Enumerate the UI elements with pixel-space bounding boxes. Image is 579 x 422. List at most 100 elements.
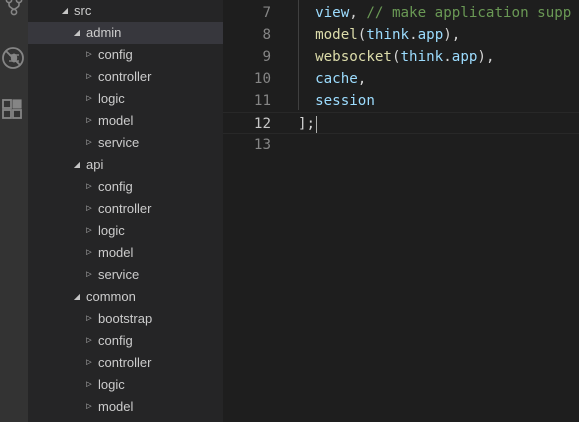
code-text: model(think.app), (298, 24, 460, 46)
tree-item-model[interactable]: ▷ model (28, 242, 223, 264)
chevron-right-icon[interactable]: ▷ (84, 330, 94, 352)
code-line[interactable]: 7 view, // make application supp (223, 2, 579, 24)
code-text: cache, (298, 68, 366, 90)
text-cursor (316, 115, 318, 133)
tree-item-controller[interactable]: ▷ controller (28, 66, 223, 88)
tree-item-label: service (98, 135, 140, 150)
code-text: session (298, 90, 375, 112)
code-line[interactable]: 8 model(think.app), (223, 24, 579, 46)
tree-item-config[interactable]: ▷ config (28, 44, 223, 66)
tree-item-label: controller (98, 201, 152, 216)
line-number: 7 (262, 5, 271, 21)
tree-item-label: model (98, 113, 134, 128)
code-line[interactable]: 9 websocket(think.app), (223, 46, 579, 68)
explorer-tree: ◢ src ◢ admin ▷ config ▷ controller ▷ logic ▷ model… (28, 0, 223, 422)
tree-item-controller[interactable]: ▷ controller (28, 198, 223, 220)
code-text: ]; (298, 113, 318, 135)
tree-item-label: controller (98, 69, 152, 84)
code-token: session (298, 93, 375, 109)
tree-item-config[interactable]: ▷ config (28, 330, 223, 352)
chevron-down-icon[interactable]: ◢ (72, 286, 82, 308)
chevron-right-icon[interactable]: ▷ (84, 198, 94, 220)
code-token: , (357, 71, 367, 87)
code-token: cache (298, 71, 358, 87)
line-number: 8 (262, 27, 271, 43)
chevron-down-icon[interactable]: ◢ (72, 154, 82, 176)
code-editor[interactable]: 7 view, // make application supp 8 model(… (223, 0, 579, 422)
tree-item-logic[interactable]: ▷ logic (28, 374, 223, 396)
chevron-right-icon[interactable]: ▷ (84, 88, 94, 110)
tree-item-config[interactable]: ▷ config (28, 176, 223, 198)
code-token: app (451, 49, 478, 65)
code-token: ( (391, 49, 401, 65)
tree-item-src[interactable]: ◢ src (28, 0, 223, 22)
tree-item-controller[interactable]: ▷ controller (28, 352, 223, 374)
code-token: app (417, 27, 444, 43)
tree-item-model[interactable]: ▷ model (28, 396, 223, 418)
tree-item-label: logic (98, 223, 125, 238)
code-token: think (366, 27, 410, 43)
extensions-icon[interactable] (0, 96, 28, 124)
code-text: view, // make application supp (298, 2, 571, 24)
tree-item-label: model (98, 399, 134, 414)
tree-item-bootstrap[interactable]: ▷ bootstrap (28, 308, 223, 330)
line-number: 12 (253, 116, 271, 132)
tree-item-label: logic (98, 377, 125, 392)
tree-item-common[interactable]: ◢ common (28, 286, 223, 308)
activity-bar (0, 0, 28, 422)
code-line[interactable]: 11 session (223, 90, 579, 112)
tree-item-model[interactable]: ▷ model (28, 110, 223, 132)
tree-item-label: config (98, 179, 133, 194)
chevron-right-icon[interactable]: ▷ (84, 352, 94, 374)
tree-item-label: service (98, 267, 140, 282)
code-token: ), (477, 49, 495, 65)
chevron-down-icon[interactable]: ◢ (72, 22, 82, 44)
tree-item-admin[interactable]: ◢ admin (28, 22, 223, 44)
code-token: . (443, 49, 452, 65)
tree-item-label: controller (98, 355, 152, 370)
source-control-icon[interactable] (0, 0, 28, 18)
tree-item-label: common (86, 289, 136, 304)
chevron-right-icon[interactable]: ▷ (84, 374, 94, 396)
tree-item-logic[interactable]: ▷ logic (28, 88, 223, 110)
chevron-right-icon[interactable]: ▷ (84, 66, 94, 88)
tree-item-api[interactable]: ◢ api (28, 154, 223, 176)
chevron-down-icon[interactable]: ◢ (60, 0, 70, 22)
tree-item-label: config (98, 47, 133, 62)
tree-item-label: logic (98, 91, 125, 106)
tree-item-label: api (86, 157, 104, 172)
code-line[interactable]: 12]; (223, 112, 579, 134)
code-line[interactable]: 10 cache, (223, 68, 579, 90)
chevron-right-icon[interactable]: ▷ (84, 308, 94, 330)
tree-item-label: admin (86, 25, 122, 40)
tree-item-service[interactable]: ▷ service (28, 264, 223, 286)
line-number: 9 (262, 49, 271, 65)
chevron-right-icon[interactable]: ▷ (84, 396, 94, 418)
code-token: . (409, 27, 418, 43)
chevron-right-icon[interactable]: ▷ (84, 176, 94, 198)
code-token: // make application supp (366, 5, 572, 21)
tree-item-logic[interactable]: ▷ logic (28, 220, 223, 242)
code-token: , (349, 5, 367, 21)
line-number: 11 (253, 93, 271, 109)
code-token: websocket (298, 49, 392, 65)
tree-item-label: model (98, 245, 134, 260)
code-text: websocket(think.app), (298, 46, 495, 68)
code-token: model (298, 27, 358, 43)
chevron-right-icon[interactable]: ▷ (84, 44, 94, 66)
chevron-right-icon[interactable]: ▷ (84, 242, 94, 264)
chevron-right-icon[interactable]: ▷ (84, 220, 94, 242)
tree-item-label: bootstrap (98, 311, 153, 326)
vscode-window: ◢ src ◢ admin ▷ config ▷ controller ▷ logic ▷ model… (0, 0, 579, 422)
code-token: view (298, 5, 350, 21)
debug-icon[interactable] (0, 44, 28, 72)
chevron-right-icon[interactable]: ▷ (84, 132, 94, 154)
code-token: ]; (298, 116, 316, 132)
chevron-right-icon[interactable]: ▷ (84, 110, 94, 132)
code-line[interactable]: 13 (223, 134, 579, 156)
chevron-right-icon[interactable]: ▷ (84, 264, 94, 286)
code-token: think (400, 49, 444, 65)
tree-item-label: config (98, 333, 133, 348)
line-number: 10 (253, 71, 271, 87)
tree-item-service[interactable]: ▷ service (28, 132, 223, 154)
